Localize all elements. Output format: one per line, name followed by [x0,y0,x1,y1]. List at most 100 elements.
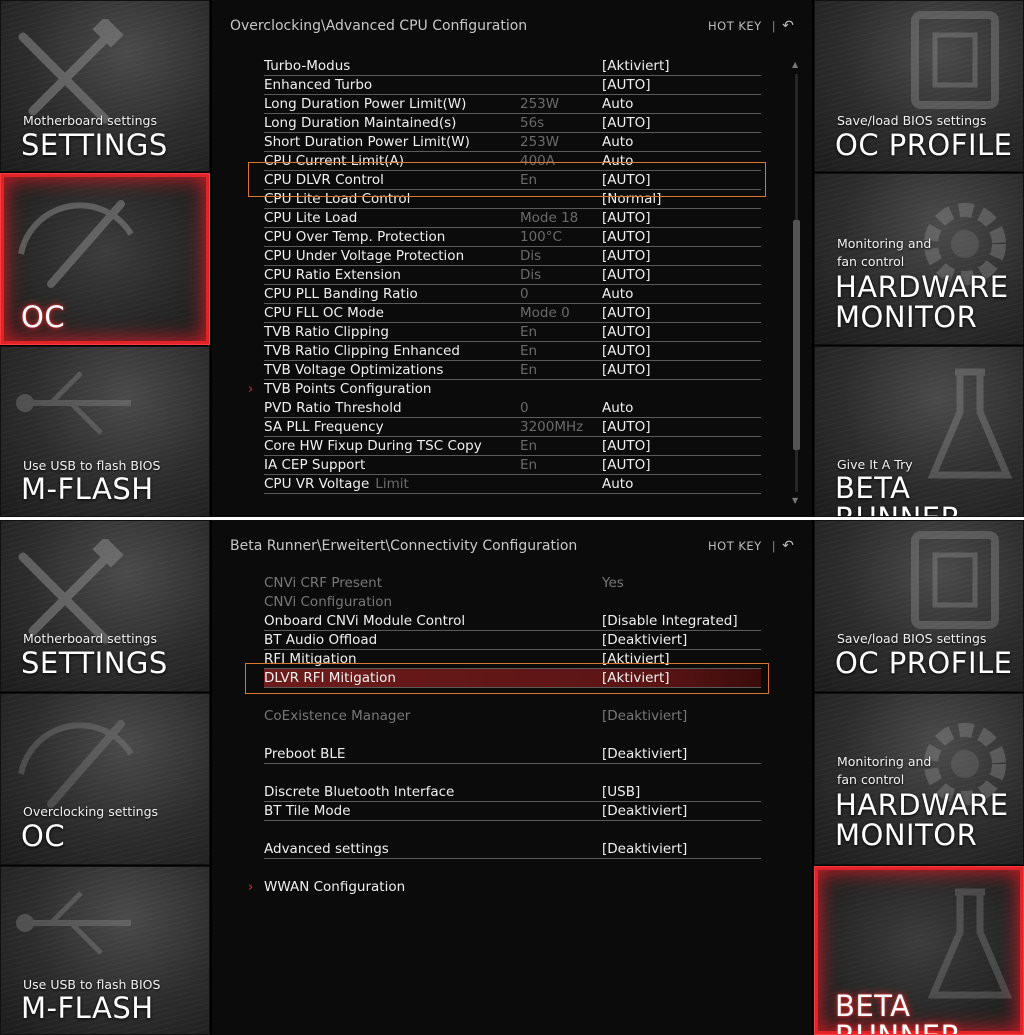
setting-label: WWAN Configuration [264,879,406,895]
setting-label: CPU Under Voltage Protection [264,248,465,264]
submenu-wwan-configuration[interactable]: › WWAN Configuration [248,878,761,897]
scroll-up-icon[interactable]: ▲ [792,60,798,69]
setting-value: Auto [602,286,634,302]
setting-current: Mode 18 [520,210,579,226]
hotkey-label[interactable]: HOT KEY [708,539,762,553]
oc-profile-title: OC PROFILE [835,646,1013,680]
setting-list: CNVi CRF Present Yes CNVi Configuration O… [248,574,761,897]
hardware-monitor-tile[interactable]: Monitoring and fan control HARDWARE MONI… [814,173,1024,345]
setting-row[interactable]: TVB Voltage Optimizations En [AUTO] [264,361,761,380]
setting-row[interactable]: Advanced settings [Deaktiviert] [264,840,761,859]
setting-value: Auto [602,134,634,150]
setting-row[interactable]: SA PLL Frequency 3200MHz [AUTO] [264,418,761,437]
setting-row[interactable]: Long Duration Power Limit(W) 253W Auto [264,95,761,114]
beta-runner-subtitle: Give It A Try [837,457,913,472]
setting-row[interactable]: Onboard CNVi Module Control [Disable Inte… [264,612,761,631]
setting-row[interactable]: Discrete Bluetooth Interface [USB] [264,783,761,802]
undo-icon[interactable]: ↶ [782,538,794,554]
setting-label: CPU Ratio Extension [264,267,401,283]
setting-row[interactable]: TVB Ratio Clipping En [AUTO] [264,323,761,342]
oc-title: OC [21,300,66,334]
setting-label: BT Audio Offload [264,632,378,648]
oc-subtitle: Overclocking settings [23,804,159,819]
undo-icon[interactable]: ↶ [782,18,794,34]
setting-current: 0 [520,286,529,302]
scroll-down-icon[interactable]: ▼ [792,496,798,505]
setting-list: Turbo-Modus [Aktiviert] Enhanced Turbo [AU… [248,57,761,494]
setting-value: [AUTO] [602,362,651,378]
setting-value: [AUTO] [602,343,651,359]
m-flash-tile[interactable]: Use USB to flash BIOS M-FLASH [0,866,210,1035]
hardware-monitor-subtitle-2: fan control [837,772,905,787]
setting-label: Preboot BLE [264,746,346,762]
oc-tile[interactable]: Overclocking settings OC [0,693,210,865]
hotkey-bar[interactable]: HOT KEY | ↶ [708,18,794,34]
setting-row[interactable]: PVD Ratio Threshold 0 Auto [264,399,761,418]
hardware-monitor-tile[interactable]: Monitoring and fan control HARDWARE MONI… [814,693,1024,865]
setting-value: [AUTO] [602,305,651,321]
setting-row[interactable]: Short Duration Power Limit(W) 253W Auto [264,133,761,152]
setting-row[interactable]: CPU Ratio Extension Dis [AUTO] [264,266,761,285]
setting-current: 3200MHz [520,419,584,435]
hotkey-bar[interactable]: HOT KEY | ↶ [708,538,794,554]
oc-title: OC [21,819,66,853]
setting-row[interactable]: CPU VR Voltage Limit Auto [264,475,761,494]
setting-row[interactable]: TVB Ratio Clipping Enhanced En [AUTO] [264,342,761,361]
beta-runner-tile[interactable]: Give It A Try BETA RUNNER [814,346,1024,517]
setting-label: CNVi CRF Present [264,575,383,591]
highlight-box [245,663,769,694]
setting-value: [Deaktiviert] [602,746,688,762]
beta-runner-tile[interactable]: BETA RUNNER [814,866,1024,1035]
setting-row[interactable]: IA CEP Support En [AUTO] [264,456,761,475]
settings-subtitle: Motherboard settings [23,631,158,646]
flask-icon [927,368,1013,479]
setting-row-disabled: CoExistence Manager [Deaktiviert] [264,707,761,726]
settings-tile[interactable]: Motherboard settings SETTINGS [0,0,210,172]
setting-row[interactable]: CPU Lite Load Mode 18 [AUTO] [264,209,761,228]
hardware-monitor-title-1: HARDWARE [835,788,1009,822]
setting-current: 253W [520,134,560,150]
setting-row[interactable]: Turbo-Modus [Aktiviert] [264,57,761,76]
setting-label: Short Duration Power Limit(W) [264,134,470,150]
setting-row[interactable]: CPU PLL Banding Ratio 0 Auto [264,285,761,304]
m-flash-tile[interactable]: Use USB to flash BIOS M-FLASH [0,346,210,517]
setting-label-suffix: Limit [375,476,409,492]
setting-label: TVB Ratio Clipping Enhanced [264,343,460,359]
settings-tile[interactable]: Motherboard settings SETTINGS [0,520,210,692]
hotkey-label[interactable]: HOT KEY [708,19,762,33]
usb-icon [16,891,131,955]
setting-row[interactable]: Long Duration Maintained(s) 56s [AUTO] [264,114,761,133]
breadcrumb: Beta Runner\Erweitert\Connectivity Confi… [230,538,578,554]
setting-value: [AUTO] [602,438,651,454]
hardware-monitor-subtitle-1: Monitoring and [837,754,932,769]
setting-current: Mode 0 [520,305,570,321]
setting-row[interactable]: Enhanced Turbo [AUTO] [264,76,761,95]
setting-value: Auto [602,96,634,112]
scrollbar[interactable]: ▲ ▼ [792,60,801,508]
setting-label: Long Duration Power Limit(W) [264,96,467,112]
hardware-monitor-title-2: MONITOR [835,300,978,334]
setting-value: [AUTO] [602,248,651,264]
setting-label: CPU FLL OC Mode [264,305,384,321]
oc-profile-tile[interactable]: Save/load BIOS settings OC PROFILE [814,0,1024,172]
setting-row[interactable]: CPU Under Voltage Protection Dis [AUTO] [264,247,761,266]
setting-row[interactable]: CPU Over Temp. Protection 100°C [AUTO] [264,228,761,247]
setting-label: TVB Voltage Optimizations [264,362,444,378]
setting-value: [Deaktiviert] [602,803,688,819]
setting-row[interactable]: Core HW Fixup During TSC Copy En [AUTO] [264,437,761,456]
oc-profile-tile[interactable]: Save/load BIOS settings OC PROFILE [814,520,1024,692]
setting-row[interactable]: BT Audio Offload [Deaktiviert] [264,631,761,650]
setting-label: Core HW Fixup During TSC Copy [264,438,482,454]
submenu-tvb-points[interactable]: › TVB Points Configuration [248,380,761,399]
settings-panel: Overclocking\Advanced CPU Configuration … [212,0,812,517]
scroll-thumb[interactable] [793,220,800,450]
setting-row[interactable]: BT Tile Mode [Deaktiviert] [264,802,761,821]
setting-row[interactable]: CPU FLL OC Mode Mode 0 [AUTO] [264,304,761,323]
setting-current: En [520,362,538,378]
oc-tile[interactable]: OC [0,173,210,345]
breadcrumb: Overclocking\Advanced CPU Configuration [230,18,528,34]
setting-label: Turbo-Modus [264,58,351,74]
setting-row[interactable]: Preboot BLE [Deaktiviert] [264,745,761,764]
